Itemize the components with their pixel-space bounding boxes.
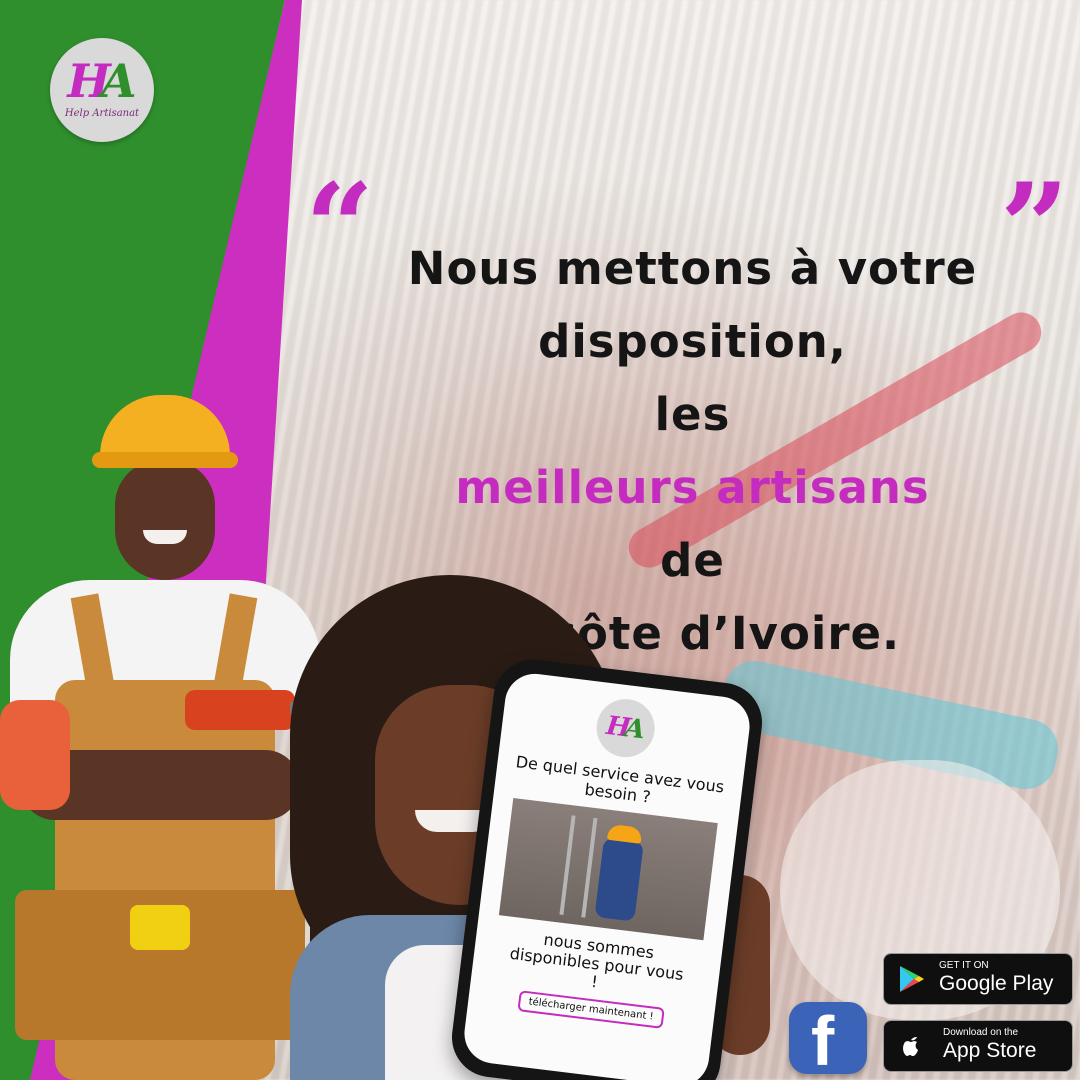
phone-worker-image	[498, 797, 718, 941]
facebook-button[interactable]: f	[789, 1002, 867, 1080]
app-store-big-text: App Store	[943, 1039, 1037, 1062]
help-artisanat-logo: HA Help Artisanat	[50, 38, 154, 142]
headline-highlight: meilleurs artisans	[455, 461, 930, 514]
google-play-small-text: GET IT ON	[939, 960, 989, 971]
facebook-icon: f	[811, 1002, 835, 1080]
logo-text: Help Artisanat	[64, 108, 140, 119]
google-play-badge[interactable]: GET IT ON Google Play	[883, 953, 1073, 1005]
worker-photo	[0, 390, 330, 1080]
headline-line-1: Nous mettons à votre	[407, 242, 978, 295]
app-store-small-text: Download on the	[943, 1027, 1019, 1038]
phone-mockup: HA De quel service avez vous besoin ? no…	[447, 655, 767, 1080]
phone-logo: HA	[593, 695, 658, 761]
phone-screen: HA De quel service avez vous besoin ? no…	[461, 670, 753, 1080]
ad-canvas: HA Help Artisanat “ ” Nous mettons à vot…	[0, 0, 1080, 1080]
google-play-big-text: Google Play	[939, 972, 1054, 995]
app-store-badge[interactable]: Download on the App Store	[883, 1020, 1073, 1072]
tape-measure-icon	[130, 905, 190, 950]
ladder-icon	[559, 815, 598, 918]
headline-line-3: les meilleurs artisans de	[320, 378, 1065, 597]
headline-line-2: disposition,	[538, 315, 847, 368]
google-play-icon	[900, 966, 924, 992]
glove-icon	[0, 700, 70, 810]
apple-icon	[903, 1037, 918, 1056]
drill-icon	[185, 690, 295, 730]
